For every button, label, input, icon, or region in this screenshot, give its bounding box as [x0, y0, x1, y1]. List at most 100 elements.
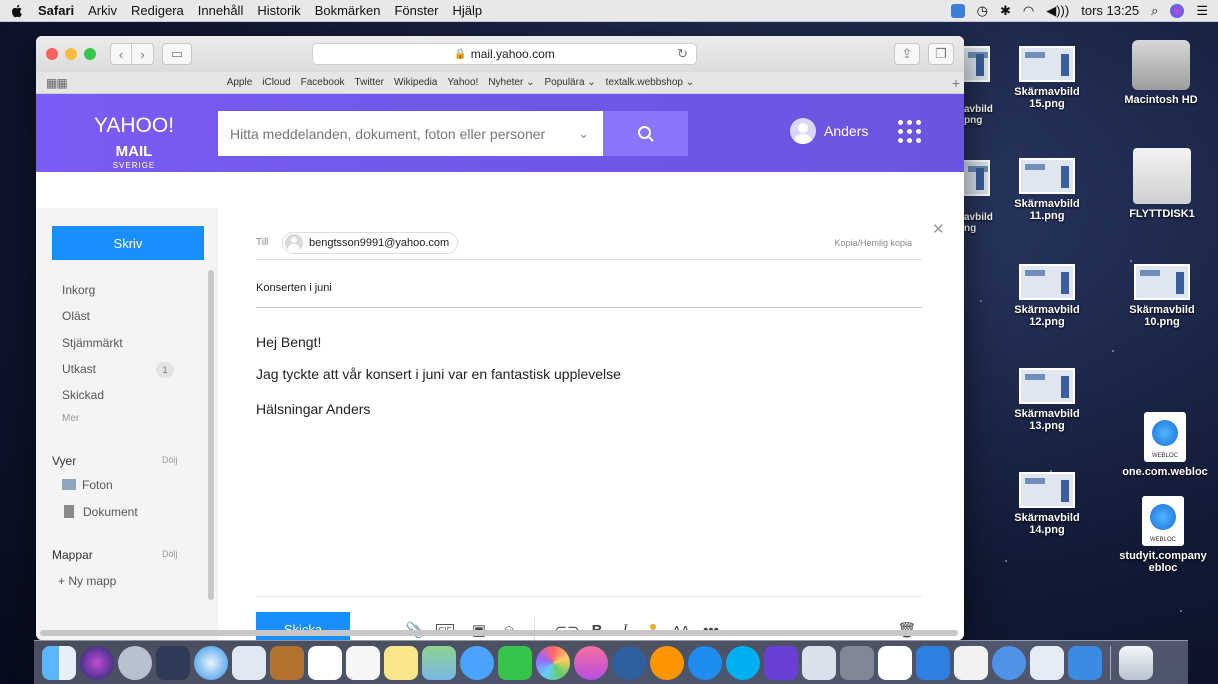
- imovie-icon[interactable]: [764, 645, 798, 680]
- fav-populara[interactable]: Populära ⌄: [544, 77, 595, 88]
- address-bar[interactable]: 🔒 mail.yahoo.com ↻: [312, 43, 697, 65]
- tabs-overview-button[interactable]: ❐: [928, 43, 954, 65]
- subject-field[interactable]: Konserten i juni: [256, 268, 922, 308]
- ibooks-icon[interactable]: [650, 645, 684, 680]
- volume-icon[interactable]: ◀︎))): [1046, 3, 1069, 19]
- app-tray-icon[interactable]: [950, 3, 965, 18]
- safari-icon[interactable]: [194, 645, 228, 680]
- clock[interactable]: tors 13:25: [1081, 3, 1139, 18]
- desktop-icon-screenshot-15[interactable]: Skärmavbild 15.png: [1002, 46, 1092, 110]
- minimize-window-button[interactable]: [65, 48, 77, 60]
- preview-icon[interactable]: [232, 645, 266, 680]
- siri-icon[interactable]: [80, 645, 114, 680]
- close-icon[interactable]: ✕: [932, 220, 945, 238]
- favorites-grid-icon[interactable]: ▦▦: [46, 76, 68, 90]
- desktop-icon-partial-2[interactable]: [962, 160, 992, 200]
- zoom-window-button[interactable]: [84, 48, 96, 60]
- desktop-icon-screenshot-10[interactable]: Skärmavbild 10.png: [1112, 264, 1212, 328]
- close-window-button[interactable]: [46, 48, 58, 60]
- sidebar-toggle-button[interactable]: ▭: [162, 43, 192, 65]
- itunes-icon[interactable]: [574, 645, 608, 680]
- desktop-icon-partial-1[interactable]: [962, 46, 992, 86]
- desktop-icon-screenshot-14[interactable]: Skärmavbild 14.png: [1002, 472, 1092, 536]
- sidebar-item-unread[interactable]: Oläst: [62, 309, 90, 323]
- sidebar-item-photos[interactable]: Foton: [62, 478, 113, 492]
- trash-icon[interactable]: [1119, 645, 1153, 680]
- desktop-icon-screenshot-11[interactable]: Skärmavbild 11.png: [1002, 158, 1092, 222]
- menu-historik[interactable]: Historik: [257, 3, 300, 18]
- desktop-icon-macintosh-hd[interactable]: Macintosh HD: [1106, 40, 1216, 106]
- notification-center-icon[interactable]: ☰: [1196, 3, 1208, 19]
- mission-control-icon[interactable]: [156, 645, 190, 680]
- finder-icon[interactable]: [42, 645, 76, 680]
- calendar-icon[interactable]: [308, 645, 342, 680]
- photos-icon[interactable]: [536, 645, 570, 680]
- desktop-icon-screenshot-12[interactable]: Skärmavbild 12.png: [1002, 264, 1092, 328]
- messages-icon[interactable]: [460, 645, 494, 680]
- spotlight-search-icon[interactable]: ⌕: [1151, 3, 1158, 19]
- system-preferences-icon[interactable]: [840, 645, 874, 680]
- back-button[interactable]: ‹: [110, 43, 132, 65]
- network-icon[interactable]: [992, 645, 1026, 680]
- migration-icon[interactable]: [916, 645, 950, 680]
- list-icon[interactable]: [1030, 645, 1064, 680]
- menu-app-safari[interactable]: Safari: [38, 3, 74, 18]
- film-icon[interactable]: [802, 645, 836, 680]
- facetime-icon[interactable]: [498, 645, 532, 680]
- launchpad-icon[interactable]: [118, 645, 152, 680]
- fav-twitter[interactable]: Twitter: [355, 77, 384, 88]
- menu-innehall[interactable]: Innehåll: [198, 3, 244, 18]
- notes-book-icon[interactable]: [270, 645, 304, 680]
- menu-arkiv[interactable]: Arkiv: [88, 3, 117, 18]
- siri-icon[interactable]: [1170, 3, 1185, 18]
- message-body-line[interactable]: Hej Bengt!: [256, 334, 321, 350]
- menu-fonster[interactable]: Fönster: [394, 3, 438, 18]
- menu-hjalp[interactable]: Hjälp: [453, 3, 483, 18]
- fav-facebook[interactable]: Facebook: [301, 77, 345, 88]
- sidebar-item-starred[interactable]: Stjämmärkt: [62, 336, 123, 350]
- document-icon[interactable]: [954, 645, 988, 680]
- menu-bokmarken[interactable]: Bokmärken: [315, 3, 381, 18]
- reminders-icon[interactable]: [346, 645, 380, 680]
- fav-textalk[interactable]: textalk.webbshop ⌄: [606, 77, 694, 88]
- to-field[interactable]: Till bengtsson9991@yahoo.com Kopia/Hemli…: [256, 228, 922, 260]
- sidebar-item-documents[interactable]: Dokument: [62, 505, 138, 519]
- desktop-icon-one-com-webloc[interactable]: WEBLOC one.com.webloc: [1112, 412, 1218, 478]
- new-tab-plus-icon[interactable]: +: [952, 75, 960, 91]
- sidebar-item-inbox[interactable]: Inkorg: [62, 283, 95, 297]
- views-hide-link[interactable]: Dölj: [162, 455, 178, 465]
- notes-icon[interactable]: [384, 645, 418, 680]
- chevron-down-icon[interactable]: ⌄: [578, 126, 589, 142]
- downloads-icon[interactable]: [1068, 645, 1102, 680]
- quicktime-icon[interactable]: [612, 645, 646, 680]
- textedit-icon[interactable]: [878, 645, 912, 680]
- fav-wikipedia[interactable]: Wikipedia: [394, 77, 437, 88]
- wifi-icon[interactable]: ◠: [1023, 3, 1034, 19]
- time-machine-icon[interactable]: ◷: [977, 3, 988, 19]
- fav-apple[interactable]: Apple: [227, 77, 253, 88]
- sidebar-item-more[interactable]: Mer: [62, 413, 79, 424]
- fav-yahoo[interactable]: Yahoo!: [447, 77, 478, 88]
- search-button[interactable]: [603, 111, 688, 156]
- sidebar-scrollbar[interactable]: [208, 270, 214, 600]
- forward-button[interactable]: ›: [132, 43, 154, 65]
- app-store-icon[interactable]: [688, 645, 722, 680]
- new-folder-link[interactable]: + Ny mapp: [58, 574, 116, 588]
- folders-hide-link[interactable]: Dölj: [162, 549, 178, 559]
- reload-icon[interactable]: ↻: [677, 46, 688, 62]
- recipient-chip[interactable]: bengtsson9991@yahoo.com: [282, 232, 459, 254]
- bluetooth-icon[interactable]: ✱: [1000, 3, 1011, 19]
- message-body-line[interactable]: Hälsningar Anders: [256, 401, 370, 417]
- skype-icon[interactable]: [726, 645, 760, 680]
- user-menu[interactable]: Anders: [790, 118, 868, 144]
- fav-icloud[interactable]: iCloud: [262, 77, 290, 88]
- message-body-line[interactable]: Jag tyckte att vår konsert i juni var en…: [256, 366, 621, 382]
- desktop-icon-screenshot-13[interactable]: Skärmavbild 13.png: [1002, 368, 1092, 432]
- cc-bcc-link[interactable]: Kopia/Hemlig kopia: [834, 238, 912, 248]
- menu-redigera[interactable]: Redigera: [131, 3, 184, 18]
- yahoo-mail-logo[interactable]: YAHOO! MAIL SVERIGE: [74, 114, 194, 170]
- desktop-icon-studyit-webloc[interactable]: WEBLOC studyit.company ebloc: [1108, 496, 1218, 574]
- sidebar-item-drafts[interactable]: Utkast: [62, 362, 96, 376]
- mail-search-input[interactable]: Hitta meddelanden, dokument, foton eller…: [218, 111, 603, 156]
- horizontal-scrollbar[interactable]: [40, 630, 958, 636]
